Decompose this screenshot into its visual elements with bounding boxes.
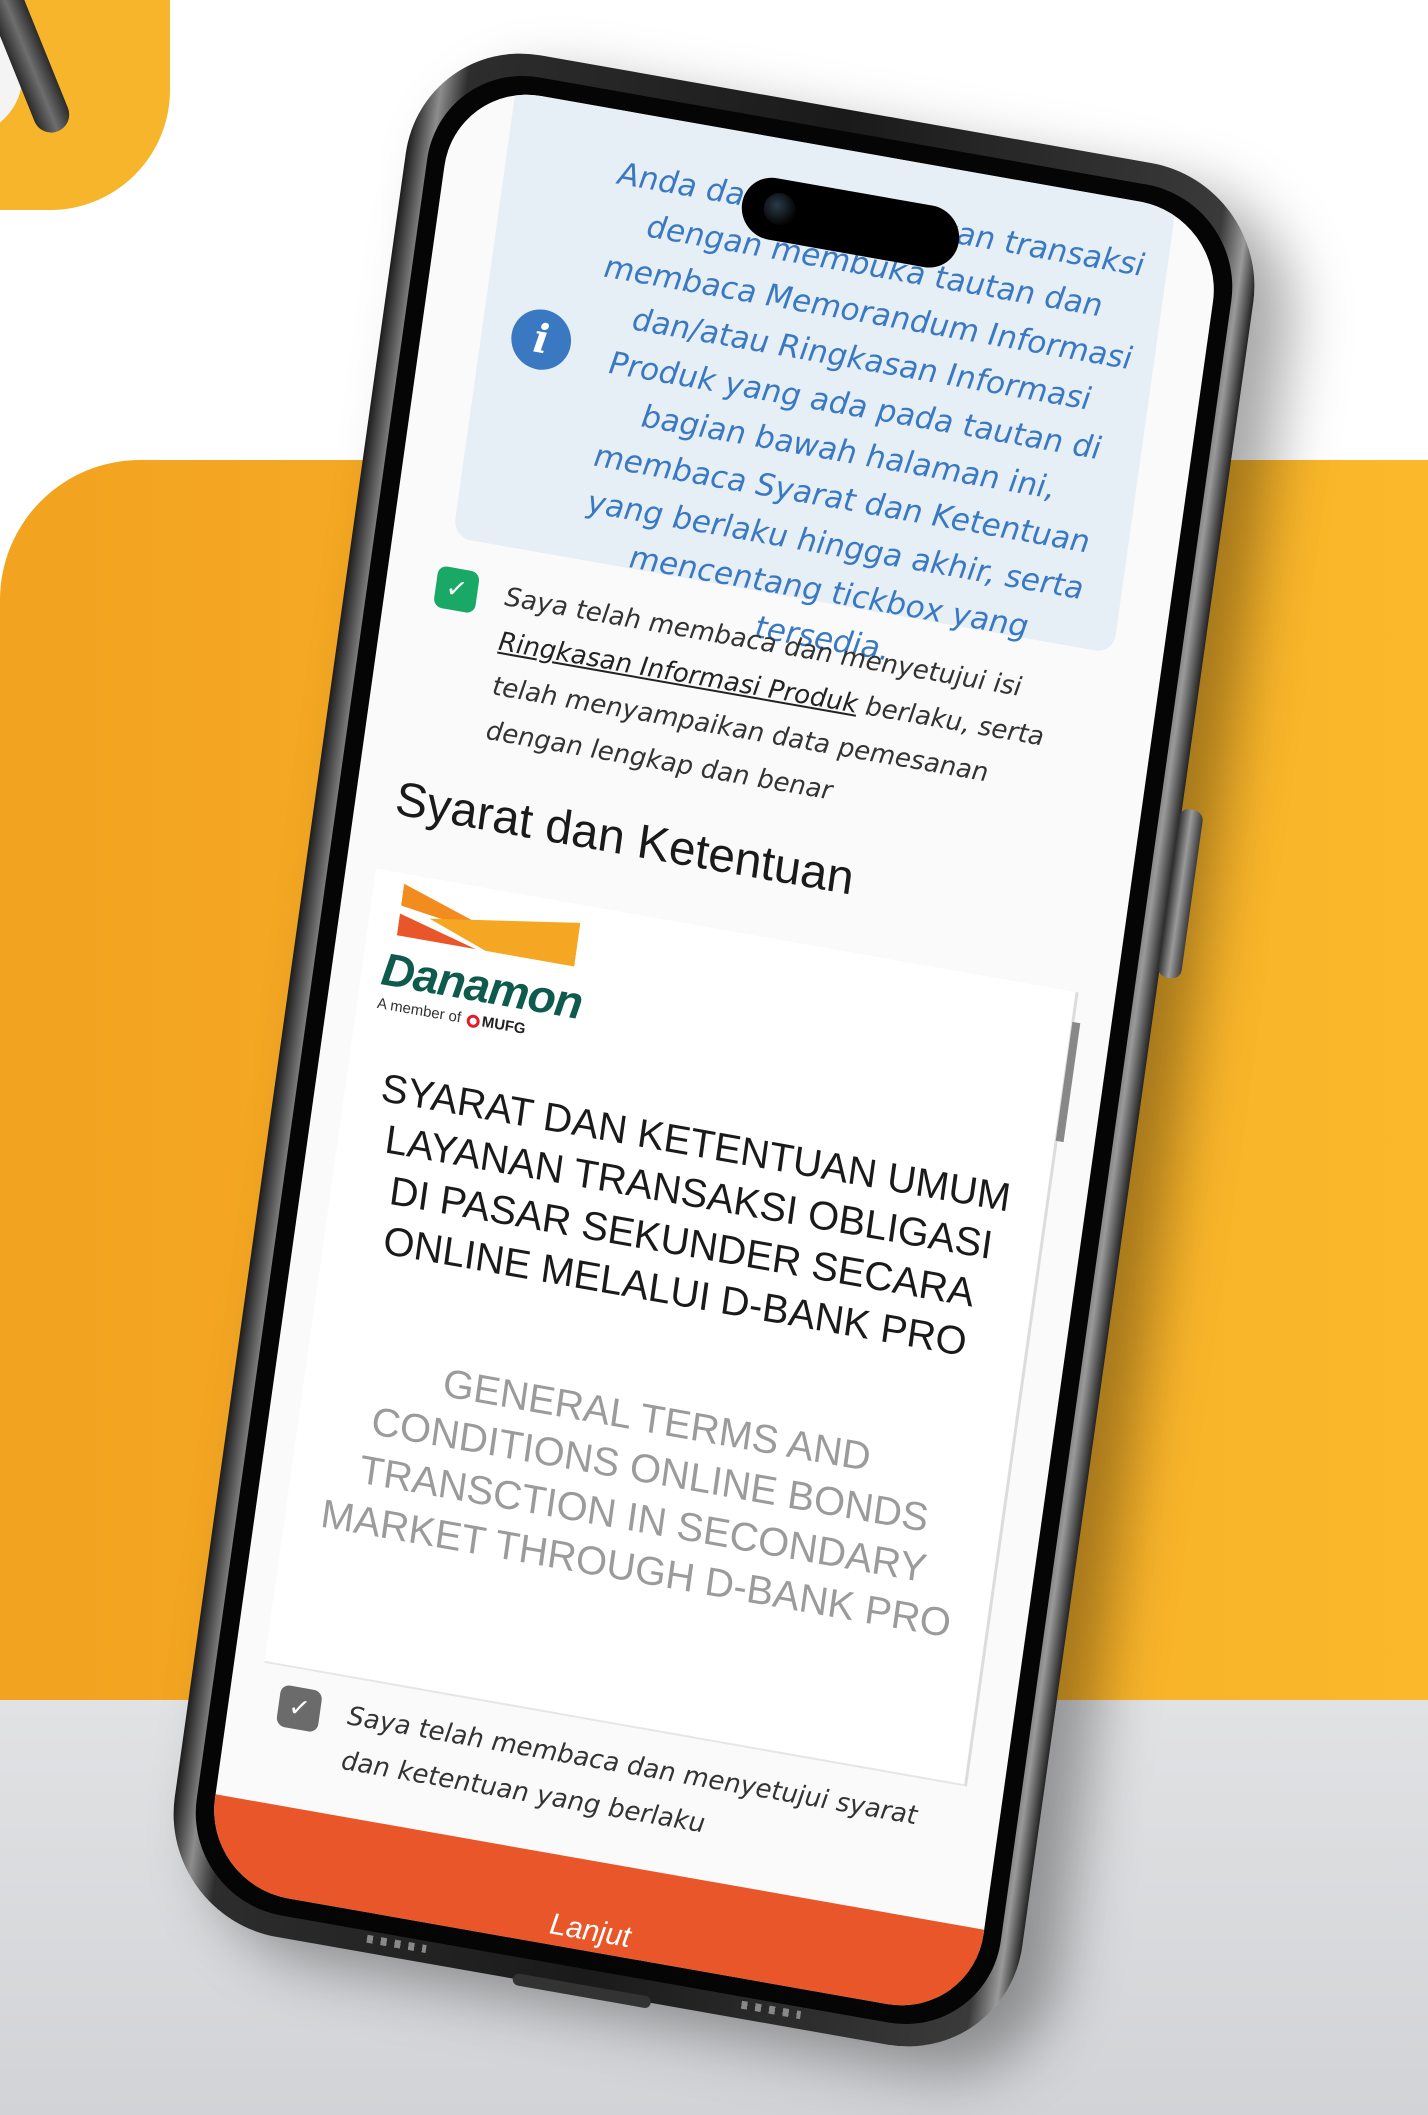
consent-terms-checkbox[interactable]: ✓ [275,1684,323,1734]
terms-document-viewer[interactable]: Danamon A member of MUFG SYARAT DAN KETE… [264,868,1081,1787]
consent-product-checkbox[interactable]: ✓ [432,565,481,614]
danamon-logo: Danamon A member of MUFG [376,882,591,1045]
terms-title-indonesian: SYARAT DAN KETENTUAN UMUM LAYANAN TRANSA… [378,1066,1014,1365]
camera-icon [761,190,798,228]
decorative-phone-corner [0,0,170,210]
info-icon: i [507,304,575,375]
mufg-ring-icon [466,1013,481,1029]
terms-title-english: GENERAL TERMS AND CONDITIONS ONLINE BOND… [318,1361,954,1647]
terms-scrollbar[interactable] [1055,1021,1081,1143]
info-notice-card: i Anda dapat melanjutkan transaksi denga… [452,91,1176,668]
